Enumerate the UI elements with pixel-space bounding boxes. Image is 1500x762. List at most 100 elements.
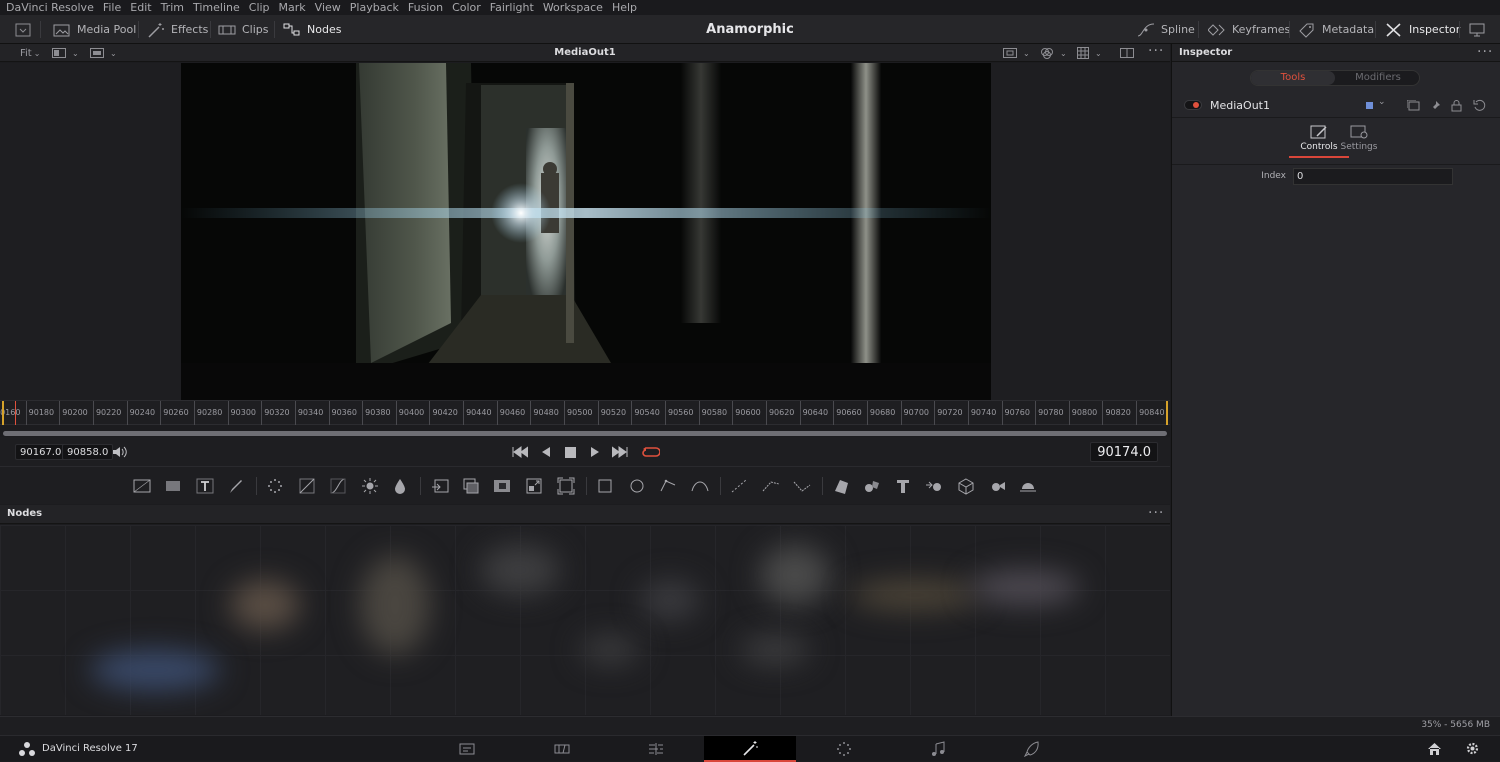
menu-clip[interactable]: Clip [249,1,270,14]
cut-page-button[interactable] [516,736,608,762]
time-ruler[interactable]: 9016090180902009022090240902609028090300… [0,400,1170,425]
text-3d-button[interactable] [893,476,913,496]
ellipse-mask-button[interactable] [627,476,647,496]
channel-booleans-tool-button[interactable] [492,476,512,496]
brightness-contrast-tool-button[interactable] [297,476,317,496]
panel-toggle-button[interactable] [14,15,32,44]
color-channel-button[interactable]: ⌄ [1040,46,1067,60]
menu-help[interactable]: Help [612,1,637,14]
node-header-row[interactable]: MediaOut1 ⌄ [1172,94,1500,118]
inspector-button[interactable]: Inspector [1385,15,1460,44]
tab-modifiers[interactable]: Modifiers [1336,71,1420,85]
matte-control-tool-button[interactable] [461,476,481,496]
edit-page-icon [649,743,663,755]
ruler-tick: 90500 [564,401,593,425]
resize-tool-button[interactable] [524,476,544,496]
color-page-button[interactable] [798,736,890,762]
menu-timeline[interactable]: Timeline [193,1,240,14]
camera-tracker-button[interactable] [792,476,812,496]
keyframes-button[interactable]: Keyframes [1208,15,1290,44]
home-icon[interactable] [1427,742,1442,756]
hue-curves-tool-button[interactable] [390,476,410,496]
stop-button[interactable] [561,444,579,460]
index-field[interactable]: 0 [1293,168,1453,185]
media-pool-button[interactable]: Media Pool [53,15,136,44]
go-to-end-button[interactable] [611,444,629,460]
blurred-node [480,545,560,595]
menu-file[interactable]: File [103,1,121,14]
nodes-options-menu[interactable]: ··· [1148,506,1164,520]
spline-button[interactable]: Spline [1137,15,1195,44]
inspector-options-menu[interactable]: ··· [1477,45,1493,59]
grid-guides-button[interactable]: ⌄ [1077,46,1102,60]
pin-icon[interactable] [1429,100,1441,112]
light-3d-button[interactable] [1018,476,1038,496]
shape-3d-button[interactable] [862,476,882,496]
chevron-down-icon[interactable]: ⌄ [1378,97,1386,107]
camera-3d-button[interactable] [987,476,1007,496]
render-out-timecode[interactable]: 90858.0 [62,444,114,460]
node-editor[interactable] [0,525,1170,715]
color-corrector-tool-button[interactable] [360,476,380,496]
menu-trim[interactable]: Trim [161,1,184,14]
gear-icon[interactable] [1465,741,1480,756]
merge-3d-button[interactable] [924,476,944,496]
color-curves-tool-button[interactable] [328,476,348,496]
planar-tracker-button[interactable] [761,476,781,496]
effects-button[interactable]: Effects [147,15,208,44]
menu-fairlight[interactable]: Fairlight [490,1,534,14]
render-range-start-marker[interactable] [2,401,4,425]
color-swatch-icon[interactable] [1366,102,1373,109]
menu-view[interactable]: View [315,1,341,14]
paint-brush-tool-button[interactable] [226,476,246,496]
nodes-button[interactable]: Nodes [283,15,341,44]
menu-app[interactable]: DaVinci Resolve [6,1,94,14]
roi-button[interactable]: ⌄ [1003,46,1030,60]
menu-edit[interactable]: Edit [130,1,151,14]
paint-tool-button[interactable] [163,476,183,496]
reset-icon[interactable] [1473,99,1486,112]
background-tool-button[interactable] [132,476,152,496]
play-button[interactable] [586,444,604,460]
lock-icon[interactable] [1451,99,1462,112]
tab-tools[interactable]: Tools [1251,71,1335,85]
menu-color[interactable]: Color [452,1,481,14]
fairlight-page-button[interactable] [892,736,984,762]
deliver-page-button[interactable] [986,736,1078,762]
renderer-3d-button[interactable] [956,476,976,496]
playhead[interactable] [15,401,16,425]
edit-page-button[interactable] [610,736,702,762]
media-page-button[interactable] [421,736,513,762]
current-timecode[interactable]: 90174.0 [1090,442,1158,462]
bspline-mask-button[interactable] [690,476,710,496]
ruler-tick-label: 90740 [970,408,997,417]
menu-mark[interactable]: Mark [279,1,306,14]
rectangle-mask-button[interactable] [595,476,615,496]
fusion-page-button[interactable] [704,736,796,762]
tab-settings[interactable]: Settings [1329,124,1389,158]
menu-playback[interactable]: Playback [350,1,399,14]
render-in-timecode[interactable]: 90167.0 [15,444,67,460]
clips-button[interactable]: Clips [218,15,269,44]
timeline-scrubber[interactable] [3,431,1167,436]
tracker-tool-button[interactable] [729,476,749,496]
versions-icon[interactable] [1407,100,1420,111]
polygon-mask-button[interactable] [658,476,678,496]
play-reverse-button[interactable] [537,444,555,460]
image-plane-3d-button[interactable] [831,476,851,496]
menu-fusion[interactable]: Fusion [408,1,443,14]
particles-tool-button[interactable] [265,476,285,496]
viewer-options-menu[interactable]: ··· [1148,44,1164,58]
loop-button[interactable] [642,444,660,460]
go-to-start-button[interactable] [511,444,529,460]
render-range-end-marker[interactable] [1166,401,1168,425]
menu-workspace[interactable]: Workspace [543,1,603,14]
fullscreen-monitor-button[interactable] [1468,15,1486,44]
dual-viewer-button[interactable] [1120,46,1134,60]
text-tool-button[interactable] [195,476,215,496]
metadata-button[interactable]: Metadata [1298,15,1374,44]
merge-tool-button[interactable] [430,476,450,496]
audio-button[interactable] [110,444,128,460]
transform-tool-button[interactable] [556,476,576,496]
tag-icon [1299,23,1314,38]
